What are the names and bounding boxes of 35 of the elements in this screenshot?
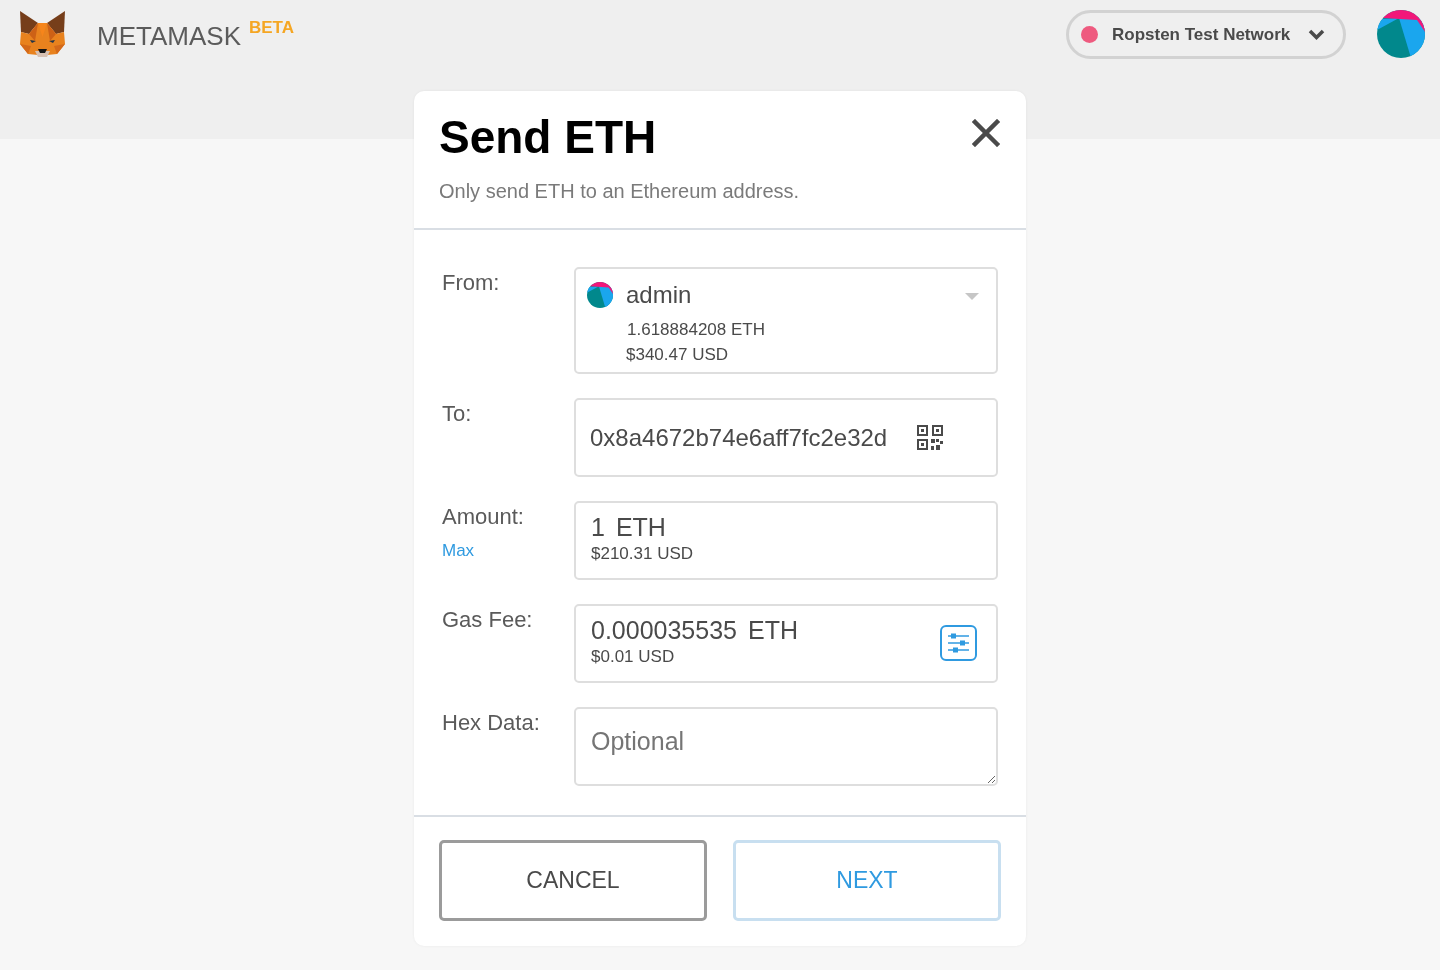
address-value: 0x8a4672b74e6aff7fc2e32d xyxy=(590,423,889,452)
beta-label: BETA xyxy=(249,18,294,38)
modal-title: Send ETH xyxy=(439,110,657,165)
network-selector[interactable]: Ropsten Test Network xyxy=(1066,10,1346,59)
cancel-button[interactable]: CANCEL xyxy=(439,840,707,921)
field-label: Hex Data: xyxy=(442,710,540,736)
chevron-down-icon xyxy=(1308,29,1325,40)
field-label: Gas Fee: xyxy=(442,607,533,633)
recipient-address-field[interactable]: 0x8a4672b74e6aff7fc2e32d xyxy=(574,398,998,477)
modal-subtitle: Only send ETH to an Ethereum address. xyxy=(439,179,801,203)
currency-unit: ETH xyxy=(615,513,666,541)
eth-amount: 0.000035535 xyxy=(591,616,737,644)
field-label: Amount: xyxy=(442,504,524,530)
account-select-field[interactable]: admin 1.618884208 ETH $340.47 USD xyxy=(574,267,998,374)
sliders-icon[interactable] xyxy=(940,624,977,661)
currency-unit: ETH xyxy=(748,616,798,644)
usd-amount: $0.01 USD xyxy=(591,647,675,667)
usd-balance: $340.47 USD xyxy=(626,344,729,366)
close-button[interactable] xyxy=(972,119,1000,147)
qr-code-icon[interactable] xyxy=(917,425,943,450)
amount-field[interactable]: 1 ETH $210.31 USD xyxy=(574,501,998,580)
usd-amount: $210.31 USD xyxy=(591,544,694,564)
app-name: METAMASK xyxy=(97,21,241,51)
field-label: From: xyxy=(442,270,500,296)
field-label: To: xyxy=(442,401,472,427)
eth-balance: 1.618884208 ETH xyxy=(627,319,765,341)
gas-fee-field[interactable]: 0.000035535 ETH $0.01 USD xyxy=(574,604,998,683)
close-icon xyxy=(972,119,1000,147)
eth-amount: 1 xyxy=(591,513,605,541)
dropdown-triangle-icon xyxy=(965,293,979,300)
account-avatar-icon[interactable] xyxy=(1377,10,1425,58)
account-name: admin xyxy=(626,281,692,309)
hex-data-field[interactable]: Optional xyxy=(574,707,998,786)
account-avatar-icon xyxy=(587,282,613,308)
fox-head-icon xyxy=(17,10,68,58)
